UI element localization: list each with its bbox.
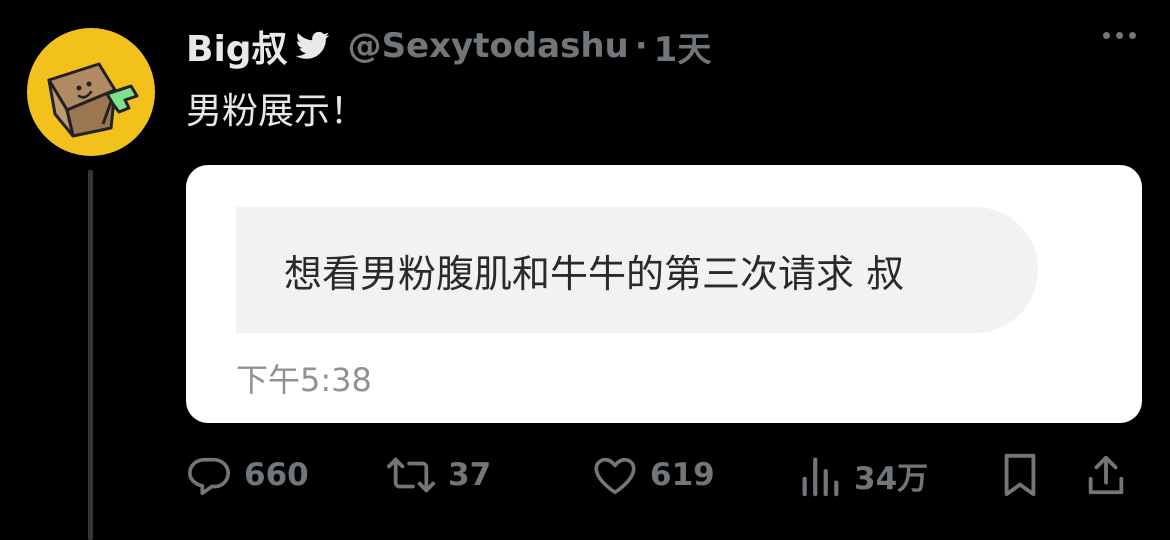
separator-dot: · — [634, 26, 648, 66]
message-time: 下午5:38 — [236, 361, 372, 399]
views-button[interactable]: 34万 — [798, 450, 928, 500]
action-bar: 660 37 619 34万 — [186, 450, 1136, 500]
reply-count: 660 — [244, 457, 309, 493]
author-handle[interactable]: @Sexytodashu — [348, 26, 629, 66]
more-icon[interactable] — [1103, 32, 1136, 39]
views-icon — [798, 452, 842, 498]
like-icon — [592, 452, 638, 498]
message-bubble: 想看男粉腹肌和牛牛的第三次请求 叔 — [236, 207, 1038, 333]
reply-button[interactable]: 660 — [186, 450, 309, 500]
box-mascot-icon — [47, 62, 139, 138]
retweet-icon — [386, 452, 436, 498]
thread-line — [88, 170, 93, 540]
share-icon — [1084, 452, 1128, 498]
bookmark-button[interactable] — [998, 450, 1042, 500]
like-button[interactable]: 619 — [592, 450, 715, 500]
reply-icon — [186, 452, 232, 498]
media-card[interactable]: 想看男粉腹肌和牛牛的第三次请求 叔 下午5:38 — [186, 165, 1142, 423]
tweet-time[interactable]: 1天 — [654, 22, 712, 71]
avatar[interactable] — [27, 28, 155, 156]
like-count: 619 — [650, 457, 715, 493]
retweet-button[interactable]: 37 — [386, 450, 491, 500]
message-text: 想看男粉腹肌和牛牛的第三次请求 叔 — [284, 251, 905, 296]
tweet-header: Big叔 @Sexytodashu · 1天 — [186, 20, 711, 72]
tweet-text: 男粉展示！ — [186, 91, 367, 132]
share-button[interactable] — [1084, 450, 1128, 500]
retweet-count: 37 — [448, 457, 492, 493]
twitter-bird-icon — [295, 31, 330, 61]
views-count: 34万 — [854, 460, 929, 497]
bookmark-icon — [998, 452, 1042, 498]
author-name[interactable]: Big叔 — [186, 20, 288, 72]
